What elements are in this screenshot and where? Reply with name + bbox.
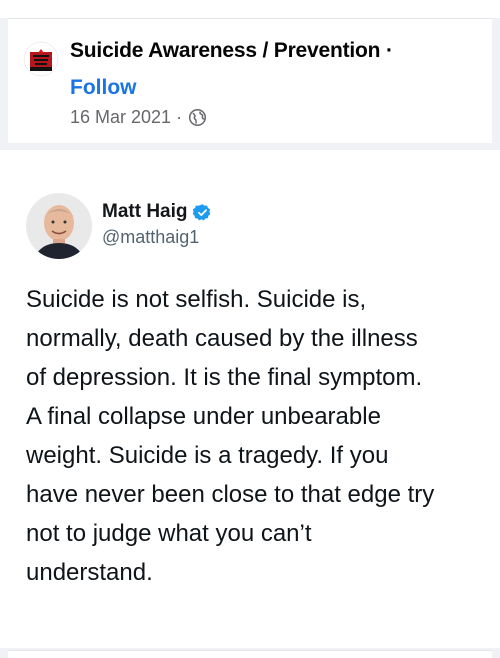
tweet-text: Suicide is not selfish. Suicide is, norm… (26, 280, 488, 592)
page-name-row: Suicide Awareness / Prevention · (70, 39, 393, 63)
page-avatar[interactable] (23, 41, 59, 77)
tweet-text-line: Suicide is not selfish. Suicide is, (26, 286, 367, 313)
tweet-text-line: have never been close to that edge try (26, 481, 435, 508)
post-date[interactable]: 16 Mar 2021 (70, 107, 171, 128)
meta-separator: · (176, 107, 183, 127)
next-card-edge (8, 650, 492, 658)
globe-icon[interactable] (188, 108, 207, 127)
tweet-text-line: not to judge what you can’t (26, 520, 312, 547)
page-name[interactable]: Suicide Awareness / Prevention (70, 39, 380, 62)
tweet-text-line: of depression. It is the final symptom. (26, 364, 423, 391)
tweet-text-line: weight. Suicide is a tragedy. If you (26, 442, 389, 469)
post-header: Suicide Awareness / Prevention · Follow … (8, 18, 492, 143)
verified-badge-icon (192, 203, 210, 220)
tweet-author-name[interactable]: Matt Haig (102, 201, 188, 223)
name-separator: · (385, 39, 393, 62)
tweet-text-line: understand. (26, 559, 153, 586)
screenshot-page: Suicide Awareness / Prevention · Follow … (0, 0, 500, 658)
tweet-text-line: A final collapse under unbearable (26, 403, 381, 430)
post-meta: 16 Mar 2021 · (70, 107, 207, 128)
tweet-text-line: normally, death caused by the illness (26, 325, 418, 352)
follow-button[interactable]: Follow (70, 76, 137, 100)
tweet-author-avatar[interactable] (26, 193, 92, 259)
tweet-author-row: Matt Haig (102, 201, 212, 223)
shared-image-card[interactable]: Matt Haig @matthaig1 Suicide is not self… (0, 150, 500, 648)
tweet-handle[interactable]: @matthaig1 (102, 227, 199, 248)
top-sliver (0, 0, 500, 18)
